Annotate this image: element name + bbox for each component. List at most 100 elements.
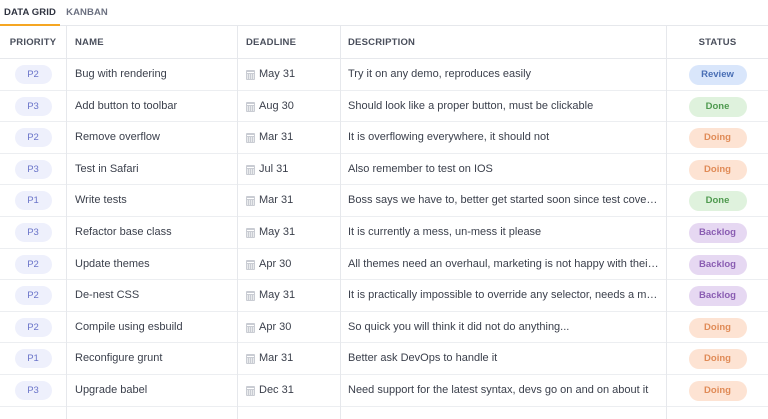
column-header-description[interactable]: DESCRIPTION — [348, 26, 415, 59]
status-cell[interactable]: Done — [667, 91, 768, 123]
calendar-icon — [246, 70, 255, 80]
priority-badge: P3 — [14, 159, 52, 179]
description-cell[interactable]: It is currently a mess, un-mess it pleas… — [348, 217, 660, 249]
status-cell[interactable]: Doing — [667, 154, 768, 186]
status-badge: Backlog — [688, 286, 747, 307]
deadline-cell[interactable]: May 31 — [246, 280, 338, 312]
priority-cell[interactable]: P3 — [0, 154, 66, 186]
deadline-cell[interactable]: May 31 — [246, 217, 338, 249]
status-cell[interactable]: Done — [667, 185, 768, 217]
task-name-cell[interactable]: Remove overflow — [75, 122, 235, 154]
status-cell[interactable]: Backlog — [667, 217, 768, 249]
description-cell[interactable]: So quick you will think it did not do an… — [348, 312, 660, 344]
table-row[interactable]: P2 Bug with rendering May 31 Try it on any … — [0, 59, 768, 91]
description-cell[interactable]: All themes need an overhaul, marketing i… — [348, 249, 660, 281]
column-header-priority[interactable]: PRIORITY — [0, 26, 66, 59]
status-cell[interactable]: Backlog — [667, 249, 768, 281]
task-name-cell[interactable]: De-nest CSS — [75, 280, 235, 312]
status-cell[interactable]: Doing — [667, 312, 768, 344]
priority-cell[interactable]: P2 — [0, 280, 66, 312]
priority-badge: P2 — [14, 317, 52, 337]
calendar-icon — [246, 133, 255, 144]
status-badge: Doing — [688, 159, 747, 180]
table-row[interactable]: P2 Compile using esbuild Apr 30 So quick yo… — [0, 312, 768, 344]
table-row[interactable]: P1 Reconfigure grunt Mar 31 Better ask DevO… — [0, 343, 768, 375]
deadline-text: May 31 — [259, 226, 296, 238]
table-row[interactable]: P3 Refactor base class May 31 It is current… — [0, 217, 768, 249]
table-row[interactable]: P2 De-nest CSS May 31 It is practically imp… — [0, 280, 768, 312]
priority-cell[interactable]: P2 — [0, 312, 66, 344]
description-cell[interactable]: It is practically impossible to override… — [348, 280, 660, 312]
priority-cell[interactable]: P3 — [0, 91, 66, 123]
deadline-cell[interactable]: May 31 — [246, 59, 338, 91]
view-tabs: DATA GRID KANBAN — [0, 0, 768, 26]
description-cell[interactable]: Should look like a proper button, must b… — [348, 91, 660, 123]
priority-cell[interactable]: P1 — [0, 343, 66, 375]
deadline-cell[interactable]: Apr 30 — [246, 249, 338, 281]
deadline-cell[interactable]: Mar 31 — [246, 122, 338, 154]
table-row[interactable]: P3 Upgrade babel Dec 31 Need support for th… — [0, 375, 768, 407]
description-cell[interactable]: Try it on any demo, reproduces easily — [348, 59, 660, 91]
table-row[interactable]: P2 Update themes Apr 30 All themes need an … — [0, 249, 768, 281]
priority-badge: P2 — [14, 128, 52, 148]
table-row[interactable]: P3 Add button to toolbar Aug 30 Should look… — [0, 91, 768, 123]
priority-cell[interactable]: P2 — [0, 59, 66, 91]
deadline-cell[interactable]: Mar 31 — [246, 185, 338, 217]
calendar-icon — [246, 164, 255, 175]
tab-kanban[interactable]: KANBAN — [60, 0, 114, 26]
deadline-text: May 31 — [259, 289, 296, 302]
table-row[interactable]: P3 Test in Safari Jul 31 Also remember to t… — [0, 154, 768, 186]
column-separator[interactable] — [66, 26, 67, 419]
deadline-text: Dec 31 — [259, 384, 294, 396]
calendar-icon — [246, 101, 255, 112]
priority-cell[interactable]: P1 — [0, 185, 66, 217]
task-name-cell[interactable]: Update themes — [75, 249, 235, 281]
calendar-icon — [246, 196, 255, 207]
task-name-cell[interactable]: Add button to toolbar — [75, 91, 235, 123]
priority-cell[interactable]: P2 — [0, 249, 66, 281]
column-header-deadline[interactable]: DEADLINE — [246, 26, 296, 59]
deadline-cell[interactable]: Dec 31 — [246, 375, 338, 407]
status-badge: Review — [688, 65, 747, 85]
task-name-cell[interactable]: Reconfigure grunt — [75, 343, 235, 375]
task-name-cell[interactable]: Bug with rendering — [75, 59, 235, 91]
description-cell[interactable]: Better ask DevOps to handle it — [348, 343, 660, 375]
column-header-name[interactable]: NAME — [75, 26, 104, 59]
tab-data-grid[interactable]: DATA GRID — [0, 0, 60, 26]
deadline-cell[interactable]: Apr 30 — [246, 312, 338, 344]
priority-cell[interactable]: P3 — [0, 217, 66, 249]
task-name-cell[interactable]: Upgrade babel — [75, 375, 235, 407]
priority-badge: P3 — [14, 223, 52, 242]
description-cell[interactable]: It is overflowing everywhere, it should … — [348, 122, 660, 154]
status-cell[interactable]: Doing — [667, 122, 768, 154]
column-header-status[interactable]: STATUS — [667, 26, 768, 59]
task-name-cell[interactable]: Refactor base class — [75, 217, 235, 249]
description-cell[interactable]: Need support for the latest syntax, devs… — [348, 375, 660, 407]
deadline-text: Mar 31 — [259, 131, 294, 144]
deadline-text: Mar 31 — [259, 194, 294, 207]
column-separator[interactable] — [237, 26, 238, 419]
deadline-cell[interactable]: Aug 30 — [246, 91, 338, 123]
table-row[interactable]: P2 Remove overflow Mar 31 It is overflowing… — [0, 122, 768, 154]
column-separator[interactable] — [340, 26, 341, 419]
status-cell[interactable]: Doing — [667, 375, 768, 407]
task-name-cell[interactable]: Compile using esbuild — [75, 312, 235, 344]
table-row[interactable]: P1 Write tests Mar 31 Boss says we have to,… — [0, 185, 768, 217]
priority-cell[interactable]: P3 — [0, 375, 66, 407]
description-cell[interactable]: Also remember to test on IOS — [348, 154, 660, 186]
status-cell[interactable]: Backlog — [667, 280, 768, 312]
priority-cell[interactable]: P2 — [0, 122, 66, 154]
status-badge: Doing — [688, 349, 747, 370]
status-cell[interactable]: Doing — [667, 343, 768, 375]
task-name-cell[interactable]: Test in Safari — [75, 154, 235, 186]
status-badge: Backlog — [688, 223, 747, 243]
column-separator[interactable] — [666, 26, 667, 419]
deadline-cell[interactable]: Jul 31 — [246, 154, 338, 186]
task-name-cell[interactable]: Write tests — [75, 185, 235, 217]
description-cell[interactable]: Boss says we have to, better get started… — [348, 185, 660, 217]
status-badge: Doing — [688, 128, 747, 149]
calendar-icon — [246, 291, 255, 302]
status-badge: Doing — [688, 317, 747, 338]
status-cell[interactable]: Review — [667, 59, 768, 91]
deadline-cell[interactable]: Mar 31 — [246, 343, 338, 375]
